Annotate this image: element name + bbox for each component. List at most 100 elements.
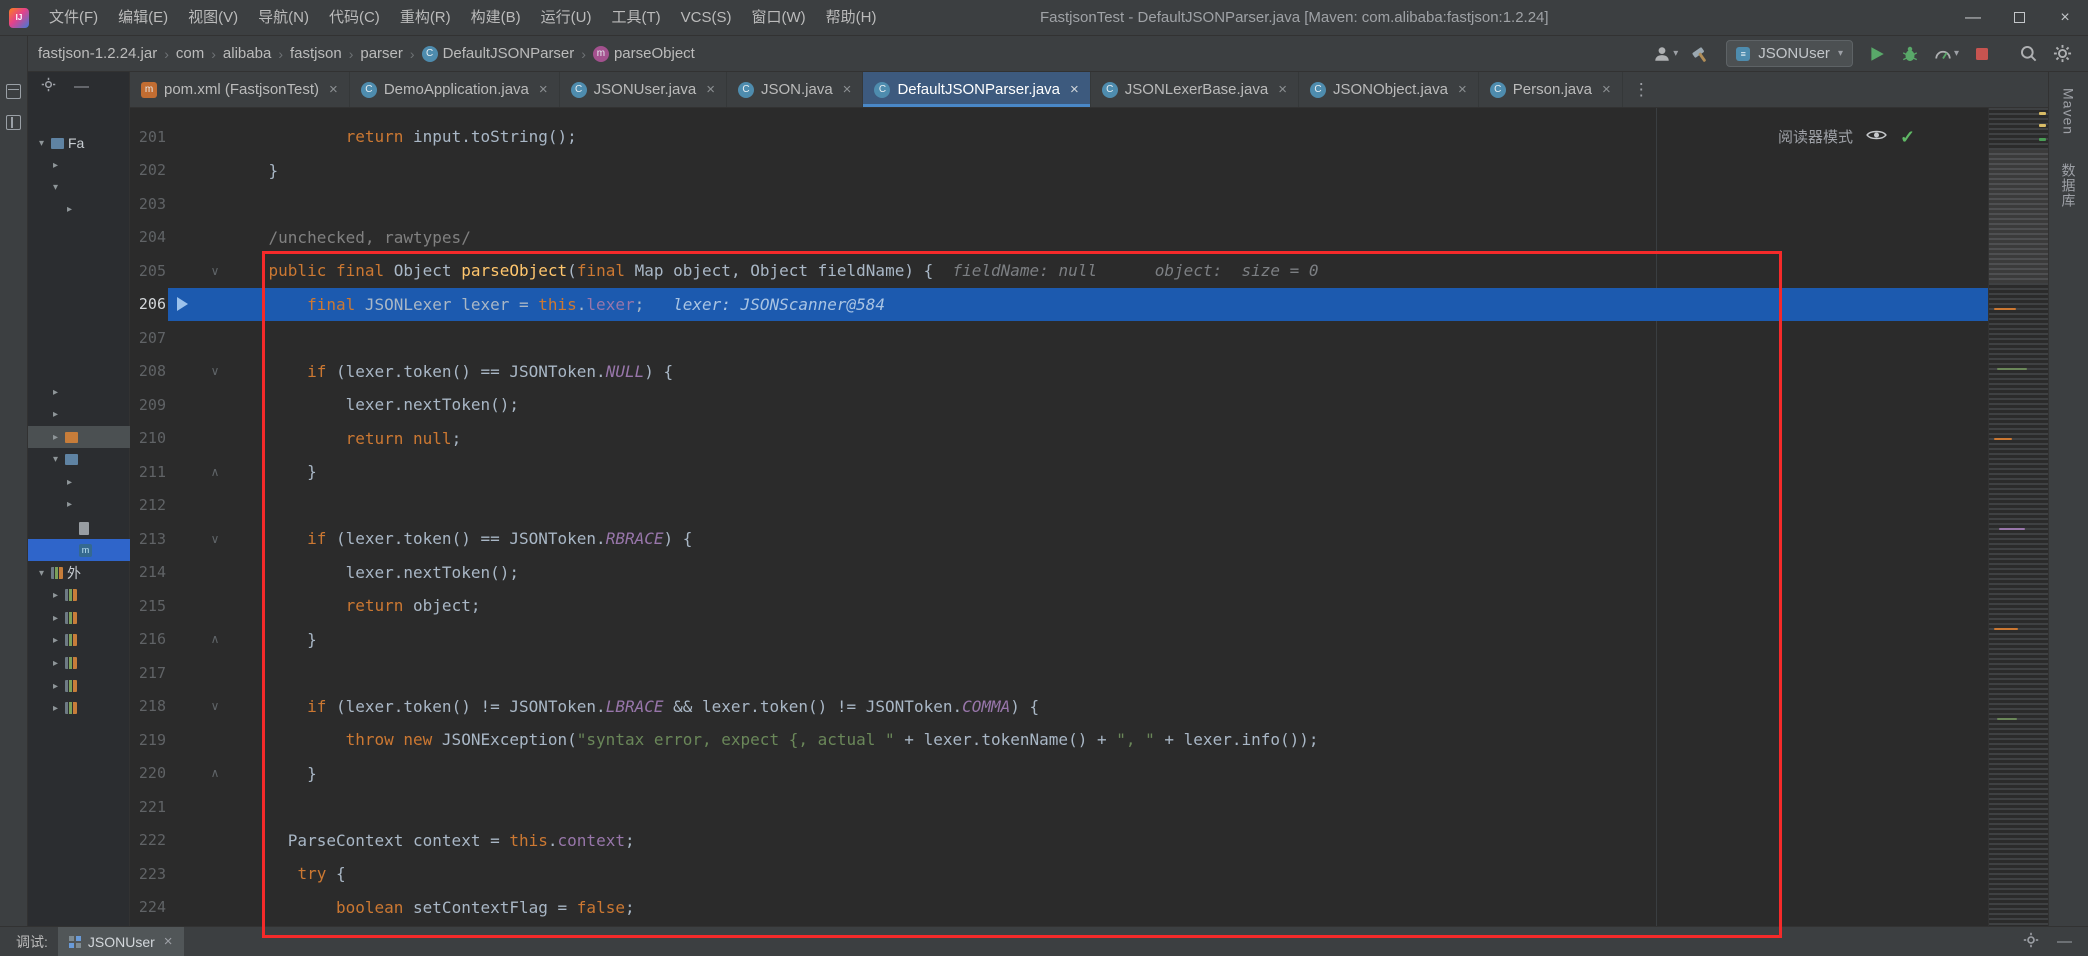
editor-tab[interactable]: C JSONUser.java × [560,72,727,107]
tree-row[interactable]: ▸ [28,471,130,493]
code-line[interactable]: 213 ∨ if (lexer.token() == JSONToken.RBRA… [130,522,1988,556]
line-number[interactable]: 204 [130,228,168,246]
line-number[interactable]: 214 [130,563,168,581]
tree-row[interactable]: ▸ [28,629,130,651]
window-minimize-button[interactable]: — [1950,0,1996,36]
fold-start-icon[interactable]: ∨ [200,365,230,377]
editor-tab[interactable]: m pom.xml (FastjsonTest) × [130,72,350,107]
breadcrumb-item[interactable]: fastjson-1.2.24.jar [38,45,157,62]
menu-item[interactable]: VCS(S) [671,0,742,35]
menu-item[interactable]: 编辑(E) [108,0,178,35]
breadcrumb-item[interactable]: fastjson [290,45,342,62]
gear-icon[interactable] [41,77,56,95]
tree-row[interactable]: ▸ [28,381,130,403]
chevron-right-icon[interactable]: ▸ [50,409,61,420]
close-icon[interactable]: × [1278,81,1287,98]
code-line[interactable]: 205 ∨ public final Object parseObject(fin… [130,254,1988,288]
tree-row[interactable]: ▸ [28,584,130,606]
code-line[interactable]: 209 lexer.nextToken(); [130,388,1988,422]
database-tool-window-button[interactable]: 数据库 [2059,163,2079,208]
tree-row[interactable]: ▸ [28,697,130,719]
chevron-right-icon[interactable]: ▸ [64,477,75,488]
reader-mode-toggle[interactable] [1866,128,1887,146]
tree-row[interactable]: ▾ [28,448,130,470]
chevron-right-icon[interactable]: ▸ [50,613,61,624]
code-line[interactable]: 215 return object; [130,589,1988,623]
line-number[interactable]: 221 [130,798,168,816]
structure-tool-window-button[interactable] [6,115,21,130]
code-line[interactable]: 211 ∧ } [130,455,1988,489]
line-number[interactable]: 213 [130,530,168,548]
code-line[interactable]: 214 lexer.nextToken(); [130,556,1988,590]
fold-end-icon[interactable]: ∧ [200,767,230,779]
fold-end-icon[interactable]: ∧ [200,466,230,478]
editor-tab[interactable]: C DefaultJSONParser.java × [863,72,1091,107]
chevron-right-icon[interactable]: ▸ [50,160,61,171]
tree-row[interactable]: ▸ [28,652,130,674]
tree-row[interactable]: ▸ [28,154,130,176]
breadcrumb-item[interactable]: C DefaultJSONParser [421,45,574,62]
window-maximize-button[interactable] [1996,0,2042,36]
tree-row[interactable]: ▾ 外 [28,562,130,584]
editor-tab[interactable]: C Person.java × [1479,72,1623,107]
chevron-down-icon[interactable]: ▾ [50,182,61,193]
code-line[interactable]: 216 ∧ } [130,623,1988,657]
chevron-right-icon[interactable]: ▸ [50,681,61,692]
inspections-ok-icon[interactable]: ✓ [1900,128,1915,146]
close-icon[interactable]: × [706,81,715,98]
search-everywhere-button[interactable] [2019,44,2038,63]
close-icon[interactable]: × [164,933,173,950]
codewithme-users-button[interactable]: ▾ [1653,45,1678,63]
tab-options-icon[interactable]: ⋮ [1633,80,1650,100]
minimap-viewport[interactable] [1989,150,2048,283]
chevron-right-icon[interactable]: ▸ [50,658,61,669]
run-button[interactable] [1868,45,1886,63]
run-config-selector[interactable]: ≡ JSONUser ▾ [1726,40,1853,67]
line-number[interactable]: 212 [130,496,168,514]
editor-tab[interactable]: C JSONLexerBase.java × [1091,72,1299,107]
line-number[interactable]: 217 [130,664,168,682]
code-line[interactable]: 207 [130,321,1988,355]
minimap[interactable] [1988,108,2048,926]
chevron-right-icon[interactable]: ▸ [64,499,75,510]
breadcrumb-item[interactable]: parser [360,45,403,62]
debug-button[interactable] [1901,45,1919,63]
line-number[interactable]: 209 [130,396,168,414]
tree-row[interactable]: ▸ [28,403,130,425]
menu-item[interactable]: 重构(R) [390,0,461,35]
tree-row[interactable]: ▸ [28,493,130,515]
chevron-right-icon[interactable]: ▸ [50,590,61,601]
editor-tab[interactable]: C JSONObject.java × [1299,72,1479,107]
chevron-right-icon[interactable]: ▸ [50,387,61,398]
line-number[interactable]: 207 [130,329,168,347]
line-number[interactable]: 219 [130,731,168,749]
chevron-down-icon[interactable]: ▾ [36,138,47,149]
code-line[interactable]: 201 return input.toString(); [130,120,1988,154]
build-button[interactable] [1692,45,1711,63]
code-line[interactable]: 208 ∨ if (lexer.token() == JSONToken.NULL… [130,355,1988,389]
fold-start-icon[interactable]: ∨ [200,265,230,277]
menu-item[interactable]: 帮助(H) [816,0,887,35]
breadcrumb-item[interactable]: com [176,45,204,62]
line-number[interactable]: 218 [130,697,168,715]
code-line[interactable]: 203 [130,187,1988,221]
menu-item[interactable]: 运行(U) [531,0,602,35]
code-line[interactable]: 204 /unchecked, rawtypes/ [130,221,1988,255]
code-line[interactable]: 206 final JSONLexer lexer = this.lexer; … [130,287,1988,321]
chevron-right-icon[interactable]: ▸ [50,635,61,646]
close-icon[interactable]: × [1458,81,1467,98]
fold-end-icon[interactable]: ∧ [200,633,230,645]
tree-row[interactable]: ▸ [28,607,130,629]
close-icon[interactable]: × [1602,81,1611,98]
hide-panel-icon[interactable]: — [74,79,89,94]
tree-row[interactable]: ▾ [28,176,130,198]
line-number[interactable]: 210 [130,429,168,447]
settings-button[interactable] [2023,932,2039,952]
close-icon[interactable]: × [329,81,338,98]
line-number[interactable]: 215 [130,597,168,615]
tree-row[interactable]: ▸ [28,198,130,220]
line-number[interactable]: 216 [130,630,168,648]
line-number[interactable]: 201 [130,128,168,146]
tree-row[interactable] [28,517,130,539]
code-line[interactable]: 221 [130,790,1988,824]
